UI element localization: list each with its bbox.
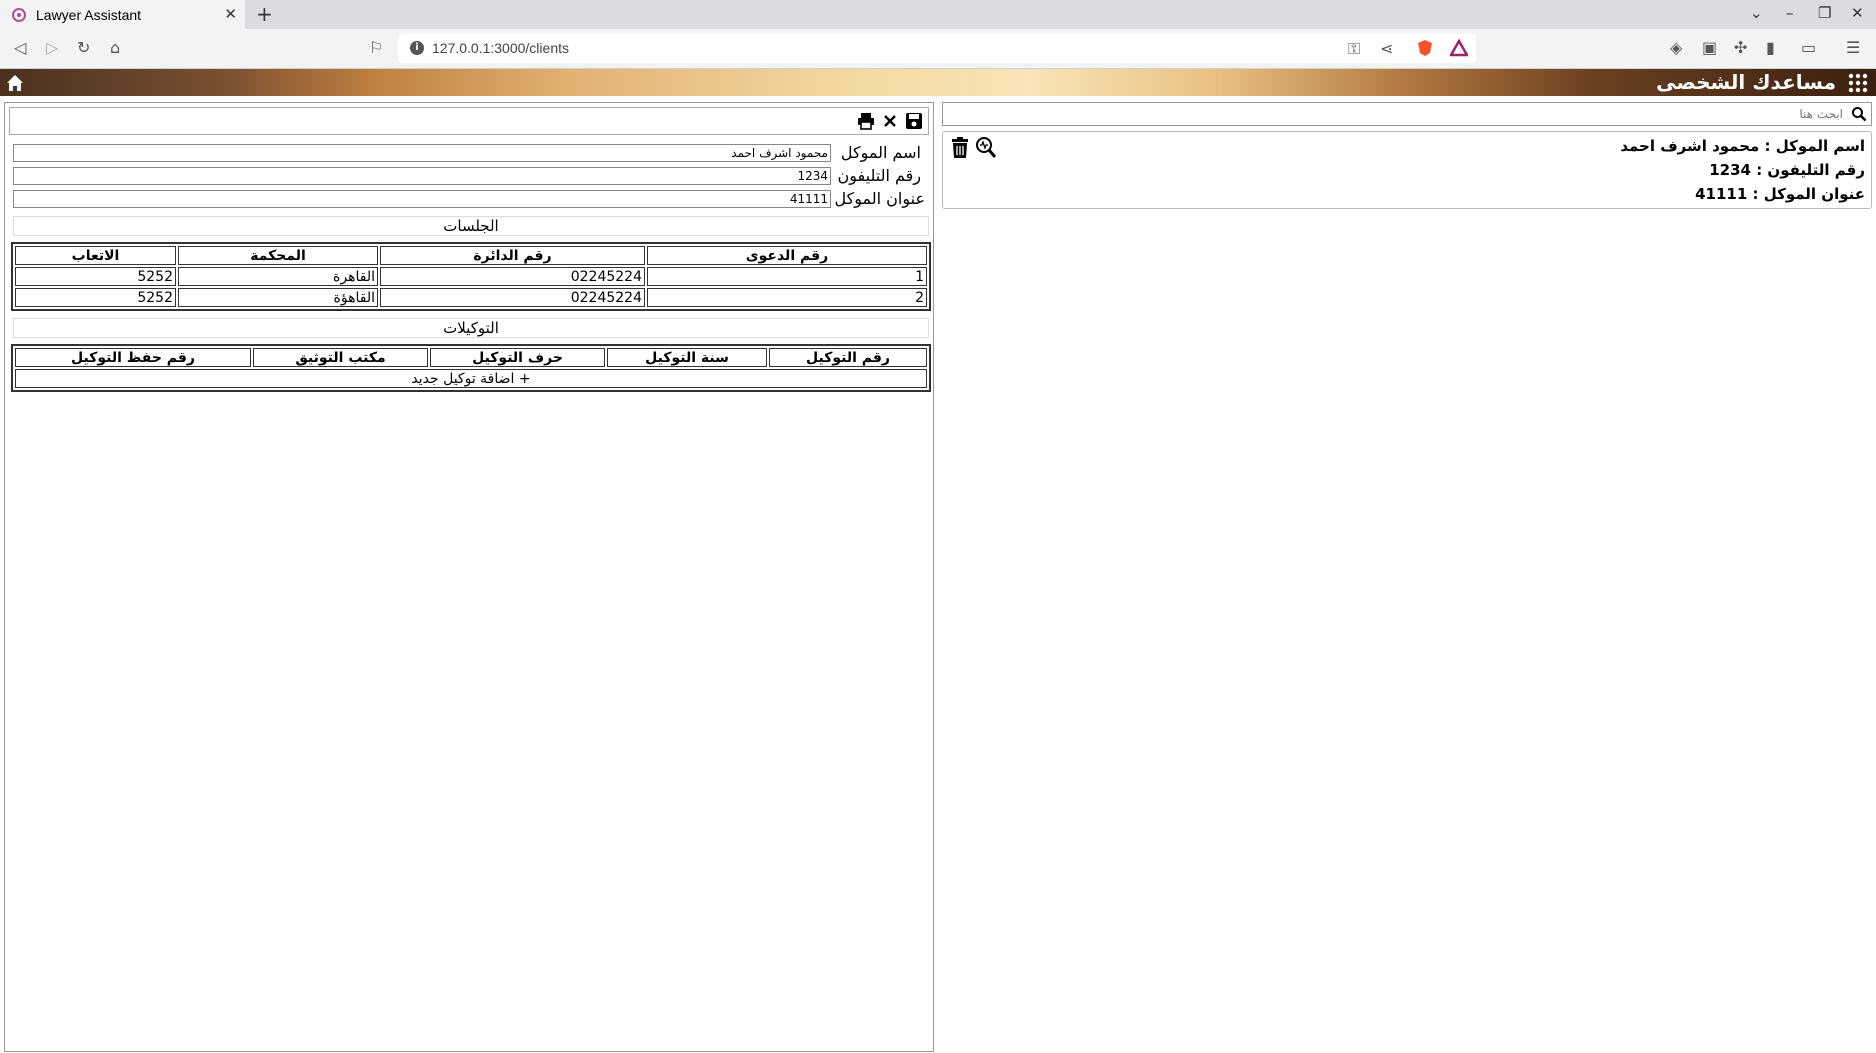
col-header: رقم الدعوى (647, 246, 927, 265)
col-header: مكتب التوثيق (253, 348, 428, 367)
browser-toolbar: ◁ ▷ ↻ ⌂ ⚐ i 127.0.0.1:3000/clients ⚿ ⋖ ◈… (0, 29, 1876, 69)
home-browser-icon[interactable]: ⌂ (110, 38, 120, 57)
table-row[interactable]: 1 02245224 القاهرة 5252 (15, 267, 927, 286)
view-details-icon[interactable] (975, 136, 997, 160)
address-row: عنوان الموكل (13, 189, 929, 208)
close-icon[interactable] (880, 111, 900, 131)
brave-rewards-icon[interactable] (1450, 39, 1468, 57)
powers-header-row: رقم التوكيل سنة التوكيل حرف التوكيل مكتب… (15, 348, 927, 367)
browser-tab[interactable]: Lawyer Assistant ✕ (0, 0, 245, 29)
extensions-icon[interactable]: ✣ (1734, 38, 1747, 57)
cell: 5252 (15, 288, 176, 307)
sessions-header-row: رقم الدعوى رقم الدائرة المحكمة الاتعاب (15, 246, 927, 265)
minimize-icon[interactable]: – (1786, 4, 1794, 22)
tab-title: Lawyer Assistant (36, 6, 142, 23)
client-card[interactable]: اسم الموكل : محمود اشرف احمد رقم التليفو… (942, 131, 1872, 209)
cell: 02245224 (380, 267, 645, 286)
col-header: رقم حفظ التوكيل (15, 348, 251, 367)
powers-table: رقم التوكيل سنة التوكيل حرف التوكيل مكتب… (11, 344, 931, 392)
col-header: حرف التوكيل (430, 348, 605, 367)
powers-title: التوكيلات (13, 318, 929, 338)
home-icon[interactable] (4, 72, 26, 94)
url-text: 127.0.0.1:3000/clients (432, 40, 569, 56)
cell: 5252 (15, 267, 176, 286)
apps-grid-icon[interactable] (1848, 73, 1868, 93)
phone-label: رقم التليفون (837, 166, 922, 185)
col-header: الاتعاب (15, 246, 176, 265)
card-client-address: عنوان الموكل : 41111 (1695, 185, 1865, 203)
col-header: رقم التوكيل (769, 348, 927, 367)
app-header: مساعدك الشخصى (0, 69, 1876, 96)
cell: القاهؤة (178, 288, 378, 307)
cell: 02245224 (380, 288, 645, 307)
brave-shield-icon[interactable] (1416, 39, 1434, 57)
search-box (942, 102, 1872, 126)
bookmark-icon[interactable]: ⚐ (369, 38, 383, 57)
restore-icon[interactable]: ❐ (1818, 4, 1831, 22)
cell: 1 (647, 267, 927, 286)
card-client-name: اسم الموكل : محمود اشرف احمد (1620, 137, 1865, 155)
app-title: مساعدك الشخصى (1656, 70, 1836, 94)
window-close-icon[interactable]: ✕ (1851, 4, 1864, 22)
phone-row: رقم التليفون (13, 166, 929, 185)
add-power-button[interactable]: + اضافة توكيل جديد (15, 369, 927, 388)
app-favicon-icon (12, 7, 26, 22)
save-icon[interactable] (904, 111, 924, 131)
card-client-phone: رقم التليفون : 1234 (1709, 161, 1865, 179)
new-tab-icon[interactable]: + (256, 2, 273, 26)
client-name-row: اسم الموكل (13, 143, 929, 162)
col-header: رقم الدائرة (380, 246, 645, 265)
cell: 2 (647, 288, 927, 307)
phone-input[interactable] (13, 167, 831, 185)
menu-icon[interactable]: ☰ (1846, 38, 1860, 57)
browser-tabstrip: Lawyer Assistant ✕ + ⌄ – ❐ ✕ (0, 0, 1876, 29)
search-icon[interactable] (1851, 106, 1867, 122)
sessions-table: رقم الدعوى رقم الدائرة المحكمة الاتعاب 1… (11, 242, 931, 311)
client-name-label: اسم الموكل (840, 143, 921, 162)
search-input[interactable] (943, 103, 1847, 125)
site-info-icon[interactable]: i (410, 41, 424, 55)
delete-icon[interactable] (949, 136, 971, 160)
col-header: سنة التوكيل (607, 348, 767, 367)
vpn-icon[interactable]: ◈ (1670, 38, 1682, 57)
table-row[interactable]: 2 02245224 القاهؤة 5252 (15, 288, 927, 307)
address-bar[interactable]: i 127.0.0.1:3000/clients ⚿ ⋖ (398, 34, 1476, 63)
print-icon[interactable] (856, 111, 876, 131)
client-form-panel: اسم الموكل رقم التليفون عنوان الموكل الج… (4, 102, 934, 1052)
tab-list-chevron-icon[interactable]: ⌄ (1750, 4, 1763, 22)
key-icon[interactable]: ⚿ (1348, 39, 1360, 59)
wallet-icon[interactable]: ▭ (1801, 38, 1816, 57)
back-icon[interactable]: ◁ (14, 38, 26, 57)
cell: القاهرة (178, 267, 378, 286)
reload-icon[interactable]: ↻ (77, 38, 90, 57)
sidebar-toggle-icon[interactable]: ▮ (1766, 38, 1775, 57)
col-header: المحكمة (178, 246, 378, 265)
wallet-cards-icon[interactable]: ▣ (1702, 38, 1717, 57)
address-input[interactable] (13, 190, 831, 208)
forward-icon[interactable]: ▷ (46, 38, 58, 57)
client-name-input[interactable] (13, 144, 831, 162)
address-label: عنوان الموكل (834, 189, 926, 208)
sessions-title: الجلسات (13, 216, 929, 236)
share-icon[interactable]: ⋖ (1380, 39, 1393, 58)
tab-close-icon[interactable]: ✕ (224, 5, 237, 23)
form-toolbar (9, 107, 929, 135)
